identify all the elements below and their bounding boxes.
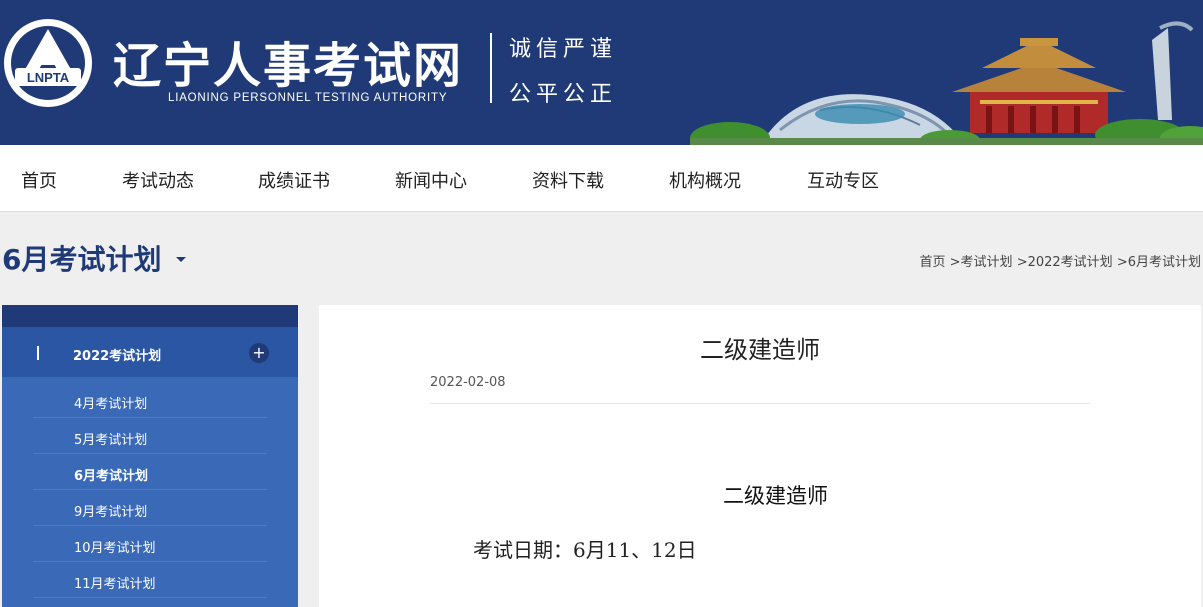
- nav-item-scores-certificates[interactable]: 成绩证书: [258, 167, 330, 193]
- nav-item-about[interactable]: 机构概况: [669, 167, 741, 193]
- article-divider: [430, 403, 1090, 404]
- group-marker: [37, 346, 39, 360]
- article-panel: 二级建造师 2022-02-08 二级建造师 考试日期：6月11、12日: [319, 305, 1201, 607]
- article-title: 二级建造师: [700, 336, 820, 364]
- sidebar-item-label: 10月考试计划: [74, 541, 156, 556]
- article-body-heading: 二级建造师: [723, 484, 828, 508]
- nav-item-interactive[interactable]: 互动专区: [807, 167, 879, 193]
- sidebar-group-label: 2022考试计划: [73, 349, 162, 364]
- motto-line-2: 公平公正: [509, 82, 618, 107]
- lnpta-logo-icon[interactable]: LNPTA: [4, 16, 92, 110]
- header-divider: [490, 33, 492, 103]
- sidebar-item-label: 11月考试计划: [74, 577, 156, 592]
- caret-down-icon[interactable]: [176, 257, 186, 262]
- nav-item-home[interactable]: 首页: [21, 167, 57, 193]
- sidebar-top-bar: [2, 305, 298, 327]
- site-subtitle: LIAONING PERSONNEL TESTING AUTHORITY: [168, 92, 448, 104]
- site-header: LNPTA 辽宁人事考试网 LIAONING PERSONNEL TESTING…: [0, 0, 1203, 145]
- nav-item-exam-news[interactable]: 考试动态: [122, 167, 194, 193]
- article-exam-date: 考试日期：6月11、12日: [473, 538, 697, 562]
- breadcrumb-june-plan[interactable]: >6月考试计划: [1117, 255, 1201, 270]
- logo-text: LNPTA: [27, 70, 70, 85]
- breadcrumb-home[interactable]: 首页: [920, 255, 946, 270]
- sidebar-group-2022[interactable]: 2022考试计划 +: [2, 327, 298, 377]
- sidebar-item-april[interactable]: 4月考试计划: [33, 382, 267, 418]
- breadcrumb: 首页 >考试计划 >2022考试计划 >6月考试计划: [920, 251, 1202, 270]
- breadcrumb-exam-plan[interactable]: >考试计划: [950, 255, 1013, 270]
- motto-line-1: 诚信严谨: [509, 37, 618, 62]
- sidebar-item-label: 6月考试计划: [74, 469, 149, 484]
- site-title[interactable]: 辽宁人事考试网: [113, 26, 463, 96]
- sidebar-item-september[interactable]: 9月考试计划: [33, 490, 267, 526]
- sidebar-item-label: 5月考试计划: [74, 433, 148, 448]
- breadcrumb-2022-plan[interactable]: >2022考试计划: [1017, 255, 1113, 270]
- sidebar-item-label: 9月考试计划: [74, 505, 148, 520]
- sidebar-item-label: 4月考试计划: [74, 397, 148, 412]
- plus-icon[interactable]: +: [249, 343, 269, 363]
- sidebar-item-october[interactable]: 10月考试计划: [33, 526, 267, 562]
- sidebar-item-june[interactable]: 6月考试计划: [33, 454, 267, 490]
- sidebar-item-november[interactable]: 11月考试计划: [33, 562, 267, 598]
- sidebar: 2022考试计划 + 4月考试计划 5月考试计划 6月考试计划 9月考试计划 1…: [2, 305, 298, 607]
- main-nav: 首页 考试动态 成绩证书 新闻中心 资料下载 机构概况 互动专区: [0, 145, 1203, 212]
- nav-item-downloads[interactable]: 资料下载: [532, 167, 604, 193]
- city-skyline-illustration: [690, 21, 1203, 145]
- page-title: 6月考试计划: [2, 243, 162, 276]
- sidebar-item-may[interactable]: 5月考试计划: [33, 418, 267, 454]
- nav-item-news-center[interactable]: 新闻中心: [395, 167, 467, 193]
- article-date: 2022-02-08: [430, 375, 506, 390]
